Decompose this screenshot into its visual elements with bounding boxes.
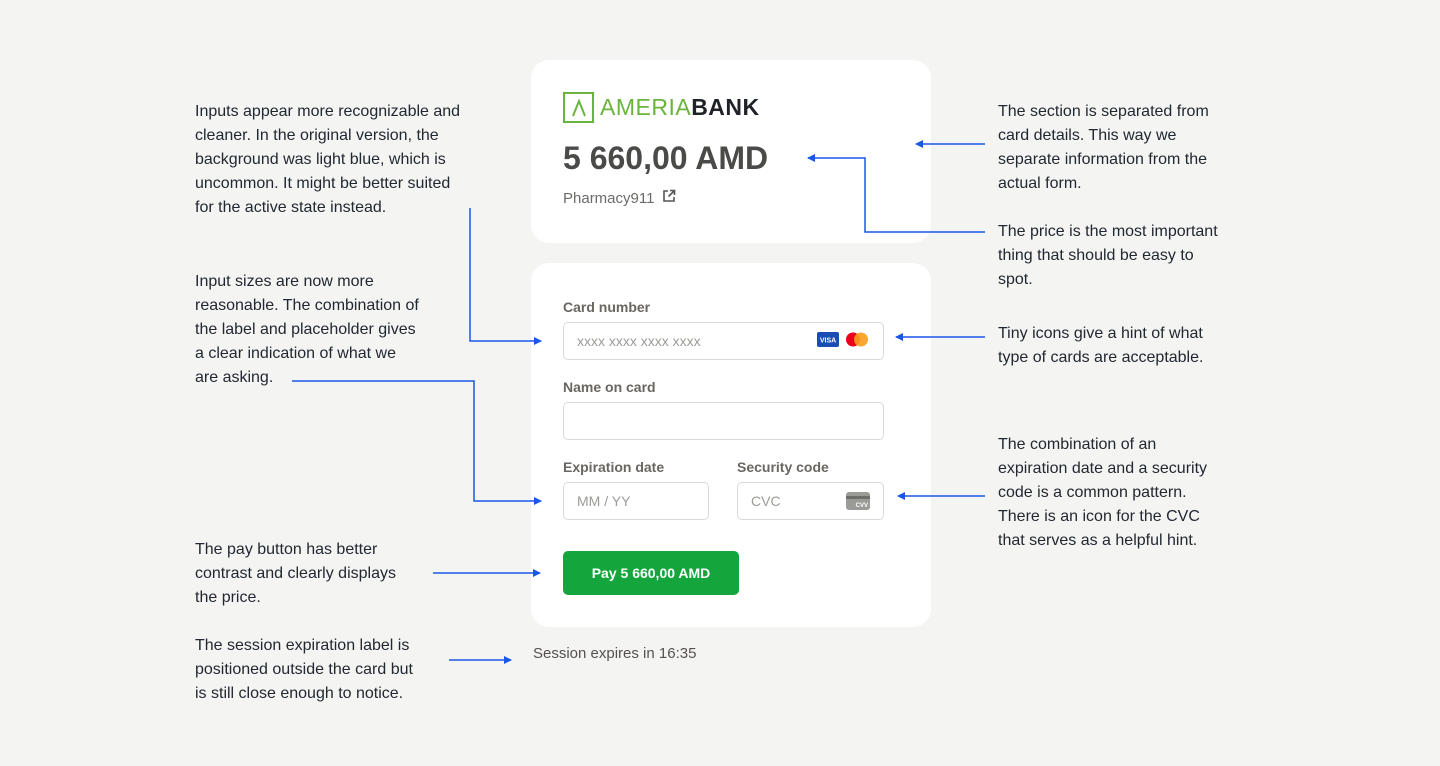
arrow-inputs-clean bbox=[469, 208, 542, 345]
arrow-input-sizes bbox=[292, 380, 542, 505]
annotation-arrows bbox=[292, 140, 985, 664]
arrow-price-important bbox=[807, 154, 985, 233]
